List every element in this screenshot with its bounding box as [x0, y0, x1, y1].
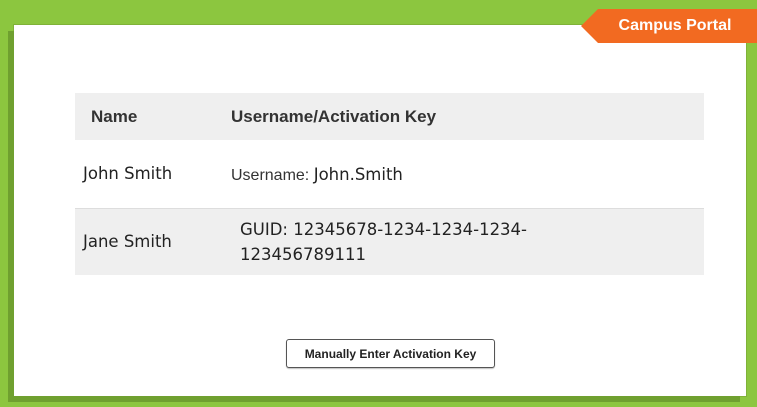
- manually-enter-activation-key-button[interactable]: Manually Enter Activation Key: [286, 339, 495, 368]
- column-header-key: Username/Activation Key: [231, 106, 437, 126]
- username-value: John.Smith: [313, 164, 403, 184]
- table-row: John Smith Username: John.Smith: [75, 140, 704, 208]
- guid-value: GUID: 12345678-1234-1234-1234-1234567891…: [240, 219, 528, 264]
- username-label: Username:: [231, 166, 314, 184]
- username-cell: Username: John.Smith: [231, 140, 704, 208]
- column-header-name: Name: [91, 106, 138, 126]
- campus-portal-badge: Campus Portal: [581, 9, 757, 43]
- table-row: Jane Smith GUID: 12345678-1234-1234-1234…: [75, 208, 704, 275]
- student-name: Jane Smith: [83, 232, 172, 252]
- table-header-row: Name Username/Activation Key: [75, 93, 704, 140]
- campus-portal-label: Campus Portal: [618, 17, 732, 34]
- accounts-table: Name Username/Activation Key John Smith …: [75, 93, 704, 275]
- guid-cell: GUID: 12345678-1234-1234-1234-1234567891…: [231, 208, 704, 275]
- student-name: John Smith: [83, 164, 173, 184]
